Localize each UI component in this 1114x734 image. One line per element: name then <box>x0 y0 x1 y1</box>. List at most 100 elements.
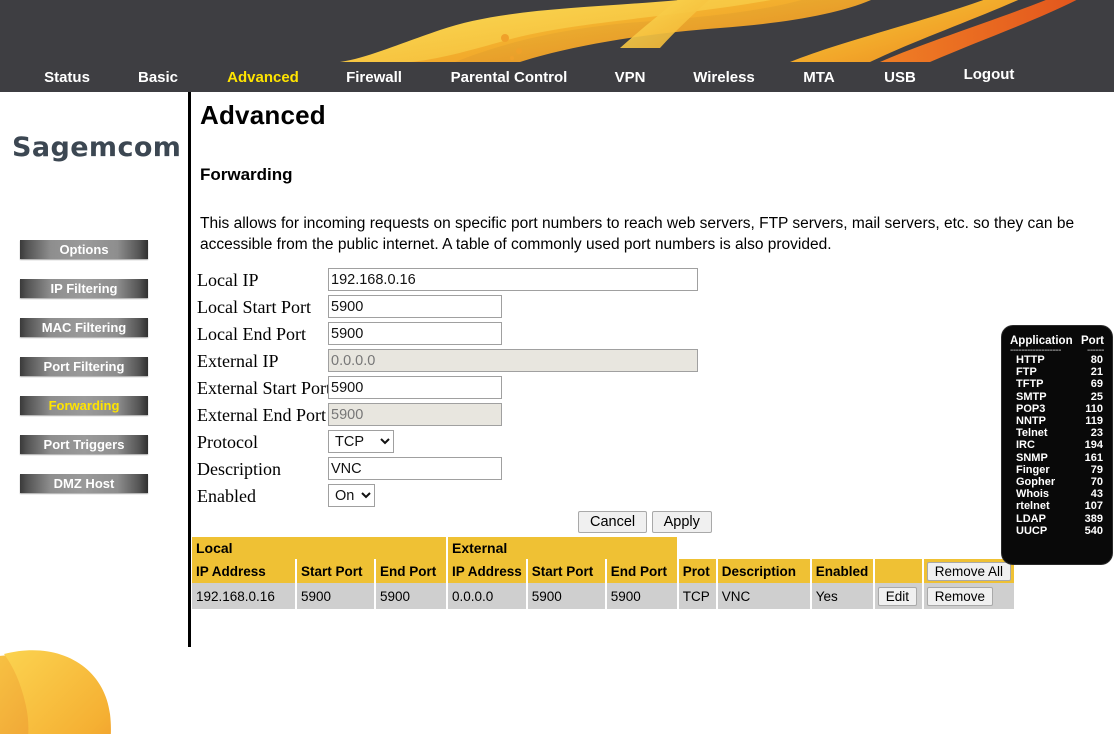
banner-swoosh-graphic <box>0 0 1114 62</box>
port-reference-row: SMTP 25 <box>1002 391 1112 403</box>
sidebar: Sagemcom Options IP Filtering MAC Filter… <box>0 92 188 734</box>
remove-button[interactable]: Remove <box>926 586 994 606</box>
sidebar-item-port-triggers[interactable]: Port Triggers <box>20 435 148 454</box>
table-group-header <box>873 537 1016 559</box>
port-reference-row: rtelnet 107 <box>1002 500 1112 512</box>
port-reference-port: 69 <box>1090 378 1103 391</box>
nav-item-usb[interactable]: USB <box>884 69 916 86</box>
table-group-header-row: Local External <box>192 537 1016 559</box>
remove-cell: Remove <box>922 583 1017 609</box>
sidebar-item-forwarding[interactable]: Forwarding <box>20 396 148 415</box>
local-start-port-input[interactable] <box>328 295 502 318</box>
sidebar-item-dmz-host[interactable]: DMZ Host <box>20 474 148 493</box>
forwarding-table-body: Local External IP Address Start Port End Por… <box>192 537 1017 609</box>
port-reference-separator: ------------------ ------ <box>1002 345 1112 356</box>
port-reference-app: Telnet <box>1016 427 1048 440</box>
forwarding-form: Local IP Local Start Port Local End Port Ex… <box>197 268 717 511</box>
nav-item-advanced[interactable]: Advanced <box>227 69 299 86</box>
form-label-external-ip: External IP <box>197 351 279 371</box>
sidebar-divider <box>188 92 191 647</box>
port-reference-dash-app: ------------------ <box>1010 345 1061 356</box>
table-cell: Yes <box>810 583 875 609</box>
port-reference-app: SNMP <box>1016 451 1048 464</box>
main-content: Advanced Forwarding This allows for inco… <box>200 100 1114 256</box>
port-reference-port: 43 <box>1090 488 1103 501</box>
nav-item-mta[interactable]: MTA <box>803 69 834 86</box>
sidebar-item-mac-filtering[interactable]: MAC Filtering <box>20 318 148 337</box>
table-cell: VNC <box>716 583 812 609</box>
table-column-header: Start Port <box>526 559 607 583</box>
edit-button[interactable]: Edit <box>877 586 918 606</box>
header-banner <box>0 0 1114 62</box>
form-control-wrap <box>328 376 502 399</box>
table-group-header: External <box>447 537 679 559</box>
port-reference-port: 389 <box>1084 512 1103 525</box>
form-label-enabled: Enabled <box>197 486 256 506</box>
port-reference-app: UUCP <box>1016 524 1048 537</box>
port-reference-port: 70 <box>1090 476 1103 489</box>
port-reference-row: Gopher 70 <box>1002 476 1112 488</box>
table-column-header: Enabled <box>810 559 875 583</box>
sagemcom-logo: Sagemcom <box>12 132 182 163</box>
nav-item-vpn[interactable]: VPN <box>615 69 646 86</box>
port-reference-row: NNTP 119 <box>1002 415 1112 427</box>
table-cell: 192.168.0.16 <box>192 583 297 609</box>
nav-item-parental-control[interactable]: Parental Control <box>451 69 568 86</box>
port-reference-app: rtelnet <box>1016 500 1050 513</box>
port-reference-app: SMTP <box>1016 390 1047 403</box>
form-label-local-end-port: Local End Port <box>197 324 306 344</box>
table-cell: 5900 <box>375 583 448 609</box>
cancel-button[interactable]: Cancel <box>578 511 648 533</box>
port-reference-port: 79 <box>1090 463 1103 476</box>
port-reference-dash-port: ------ <box>1087 345 1104 356</box>
table-column-header: End Port <box>375 559 448 583</box>
form-control-wrap <box>328 349 698 372</box>
description-input[interactable] <box>328 457 502 480</box>
remove-all-cell: Remove All <box>922 559 1017 583</box>
form-actions: Cancel Apply <box>578 511 712 533</box>
form-label-external-start-port: External Start Port <box>197 378 331 398</box>
port-reference-panel: Application Port ------------------ ----… <box>1002 326 1112 564</box>
port-reference-row: IRC 194 <box>1002 439 1112 451</box>
port-reference-app: HTTP <box>1016 354 1045 366</box>
table-cell: 5900 <box>526 583 607 609</box>
sidebar-item-ip-filtering[interactable]: IP Filtering <box>20 279 148 298</box>
port-reference-app: POP3 <box>1016 402 1046 415</box>
port-reference-port: 21 <box>1090 366 1103 379</box>
nav-item-wireless[interactable]: Wireless <box>693 69 755 86</box>
page-title: Advanced <box>200 100 326 130</box>
local-end-port-input[interactable] <box>328 322 502 345</box>
protocol-select[interactable]: TCP <box>328 430 394 453</box>
apply-button[interactable]: Apply <box>651 511 712 533</box>
main-navigation: Status Basic Advanced Firewall Parental Cont… <box>0 62 1114 92</box>
form-control-wrap <box>328 295 502 318</box>
nav-item-status[interactable]: Status <box>44 69 90 86</box>
nav-item-logout[interactable]: Logout <box>964 66 1015 83</box>
port-reference-row: Telnet 23 <box>1002 427 1112 439</box>
nav-item-basic[interactable]: Basic <box>138 69 178 86</box>
form-control-wrap <box>328 457 502 480</box>
form-row: External End Port <box>197 403 717 430</box>
form-row: Local Start Port <box>197 295 717 322</box>
nav-item-firewall[interactable]: Firewall <box>346 69 402 86</box>
port-reference-row: LDAP 389 <box>1002 513 1112 525</box>
sidebar-item-options[interactable]: Options <box>20 240 148 259</box>
table-column-header: Start Port <box>296 559 376 583</box>
port-reference-app: LDAP <box>1016 512 1046 525</box>
port-reference-row: UUCP 540 <box>1002 525 1112 537</box>
port-reference-row: Finger 79 <box>1002 464 1112 476</box>
sidebar-item-port-filtering[interactable]: Port Filtering <box>20 357 148 376</box>
form-control-wrap: On <box>328 484 375 507</box>
port-reference-port: 25 <box>1090 390 1103 403</box>
port-reference-app: IRC <box>1016 439 1035 452</box>
port-reference-port: 107 <box>1084 500 1103 513</box>
port-reference-app: Whois <box>1016 488 1049 501</box>
enabled-select[interactable]: On <box>328 484 375 507</box>
local-ip-input[interactable] <box>328 268 698 291</box>
remove-all-button[interactable]: Remove All <box>926 561 1012 581</box>
port-reference-port: 80 <box>1090 354 1103 366</box>
external-start-port-input[interactable] <box>328 376 502 399</box>
forwarding-table: Local External IP Address Start Port End Por… <box>192 537 1017 609</box>
port-reference-row: FTP 21 <box>1002 366 1112 378</box>
form-label-protocol: Protocol <box>197 432 258 452</box>
